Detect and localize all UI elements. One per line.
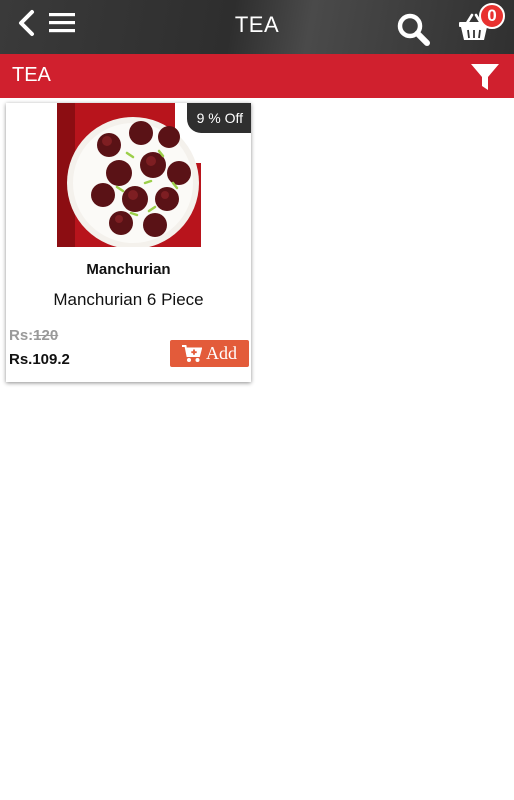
- product-card[interactable]: 9 % Off Manchurian Manchurian 6 Piece Rs…: [6, 103, 251, 382]
- original-price: Rs:120: [9, 327, 58, 344]
- app-header: TEA 0: [0, 0, 514, 54]
- filter-icon[interactable]: [470, 62, 500, 92]
- product-description: Manchurian 6 Piece: [53, 290, 204, 309]
- product-image[interactable]: [57, 103, 201, 247]
- category-title: TEA: [12, 64, 51, 86]
- discount-badge: 9 % Off: [186, 103, 251, 133]
- cart-count-badge: 0: [479, 3, 505, 29]
- original-price-value: 120: [33, 327, 59, 344]
- add-button-label: Add: [206, 343, 237, 363]
- cart-button[interactable]: 0: [448, 0, 514, 54]
- category-bar: TEA: [0, 54, 514, 98]
- search-icon[interactable]: [396, 12, 430, 46]
- page-title: TEA: [234, 12, 280, 37]
- original-price-prefix: Rs:: [9, 327, 34, 344]
- product-name[interactable]: Manchurian: [6, 261, 251, 278]
- cart-plus-icon: [182, 344, 202, 362]
- sale-price: Rs.109.2: [9, 351, 70, 368]
- add-to-cart-button[interactable]: Add: [170, 340, 249, 367]
